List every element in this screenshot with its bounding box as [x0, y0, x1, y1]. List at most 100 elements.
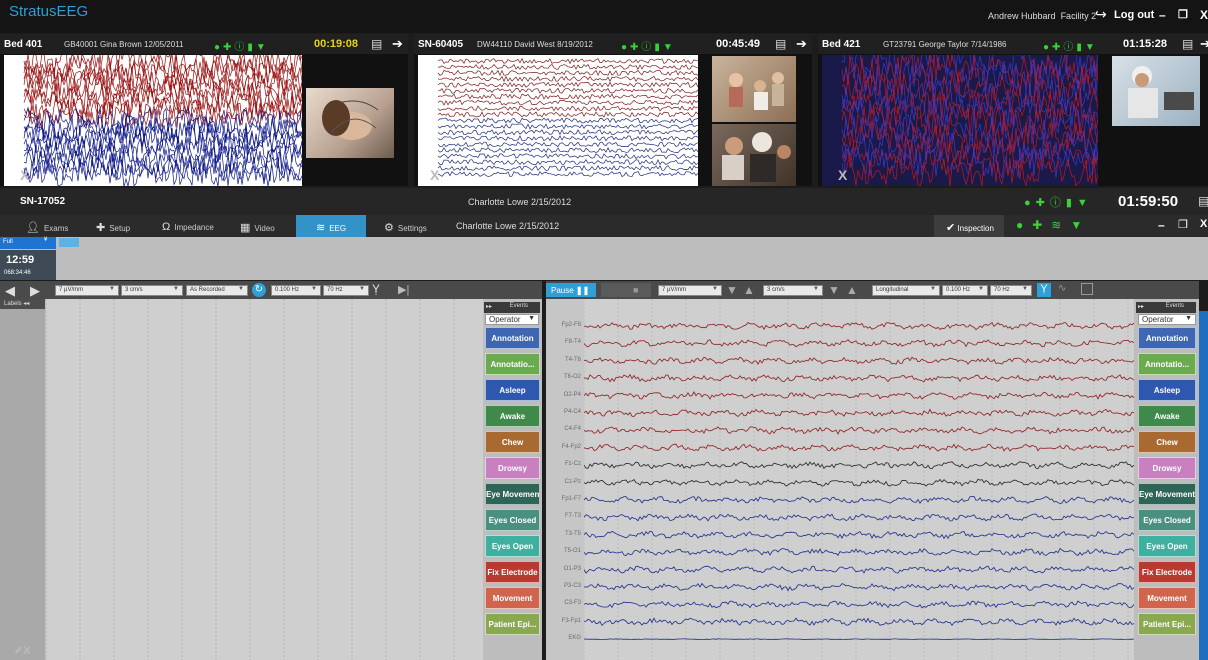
- wave-icon[interactable]: ∿: [1058, 283, 1066, 294]
- notch-filter-icon[interactable]: Ỵ: [372, 282, 380, 296]
- event-button[interactable]: Eyes Closed: [1138, 509, 1196, 531]
- eeg-trace: [584, 391, 1134, 400]
- prev-page-icon[interactable]: ◀: [5, 283, 15, 299]
- event-button[interactable]: Eyes Open: [485, 535, 540, 557]
- expand-icon[interactable]: ▸▸: [1138, 303, 1144, 310]
- tab-impedance[interactable]: Ω Impedance: [148, 215, 232, 237]
- event-button[interactable]: Patient Epi...: [485, 613, 540, 635]
- event-button[interactable]: Annotatio...: [1138, 353, 1196, 375]
- increase-sensitivity-icon[interactable]: ▲: [743, 283, 755, 297]
- close-icon[interactable]: ✔X: [14, 644, 31, 657]
- patient-tile-bed-421[interactable]: Bed 421 GT23791 George Taylor 7/14/1986 …: [818, 34, 1208, 186]
- operator-select[interactable]: Operator ▼: [485, 314, 539, 325]
- lowcut-select[interactable]: 0.100 Hz ▼: [942, 285, 988, 296]
- patient-video[interactable]: [306, 88, 394, 158]
- restore-icon[interactable]: ❐: [1178, 218, 1188, 231]
- event-button[interactable]: Drowsy: [1138, 457, 1196, 479]
- event-button[interactable]: Chew: [485, 431, 540, 453]
- logout-button[interactable]: Log out: [1114, 9, 1154, 21]
- speed-select[interactable]: 3 cm/s ▼: [121, 285, 183, 296]
- close-icon[interactable]: X: [1200, 218, 1207, 230]
- view-mode-indicator[interactable]: [59, 238, 79, 247]
- notes-icon[interactable]: ▤: [371, 37, 382, 51]
- next-page-icon[interactable]: ▶: [30, 283, 40, 299]
- tab-exams[interactable]: 👤︎ Exams: [0, 215, 78, 237]
- event-button[interactable]: Fix Electrode: [485, 561, 540, 583]
- event-button[interactable]: Annotation: [485, 327, 540, 349]
- patient-video[interactable]: [712, 56, 796, 122]
- increase-speed-icon[interactable]: ▲: [846, 283, 858, 297]
- event-button[interactable]: Chew: [1138, 431, 1196, 453]
- bed-label: Bed 401: [4, 39, 43, 50]
- channel-label: P3-C3: [563, 583, 581, 589]
- notes-icon[interactable]: ▤: [1182, 37, 1193, 51]
- inspection-toggle[interactable]: ✔ Inspection: [934, 215, 1004, 237]
- lowcut-select[interactable]: 0.100 Hz ▼: [271, 285, 321, 296]
- event-button[interactable]: Awake: [1138, 405, 1196, 427]
- tab-video[interactable]: ▦ Video: [232, 215, 296, 237]
- highcut-select[interactable]: 70 Hz ▼: [323, 285, 369, 296]
- restore-icon[interactable]: ❐: [1178, 8, 1188, 21]
- sensitivity-select[interactable]: 7 µV/mm ▼: [55, 285, 119, 296]
- event-button[interactable]: Annotation: [1138, 327, 1196, 349]
- left-eeg-grid[interactable]: [46, 299, 483, 660]
- refresh-icon[interactable]: ↻: [252, 283, 266, 297]
- view-mode-select[interactable]: Full ¥: [0, 237, 56, 249]
- event-button[interactable]: Movement: [485, 587, 540, 609]
- decrease-speed-icon[interactable]: ▼: [828, 283, 840, 297]
- event-button[interactable]: Drowsy: [485, 457, 540, 479]
- open-arrow-icon[interactable]: ➔: [392, 36, 403, 52]
- montage-select[interactable]: Longitudinal ▼: [872, 285, 940, 296]
- event-button[interactable]: Patient Epi...: [1138, 613, 1196, 635]
- channel-label: EKG: [568, 635, 581, 642]
- sensitivity-select[interactable]: 7 µV/mm ▼: [658, 285, 722, 296]
- tab-setup[interactable]: ✚ Setup: [78, 215, 148, 237]
- play-icon[interactable]: ▶|: [398, 283, 409, 296]
- eeg-trace: [584, 617, 1134, 627]
- pause-button[interactable]: Pause ❚❚: [546, 283, 596, 297]
- right-side-tabs[interactable]: [1199, 311, 1208, 660]
- logout-icon[interactable]: ↪: [1095, 7, 1111, 23]
- close-preview-icon[interactable]: X: [430, 167, 439, 183]
- notch-filter-icon[interactable]: Ỵ: [1037, 283, 1051, 297]
- patient-tile-sn-60405[interactable]: SN-60405 DW44110 David West 8/19/2012 ●✚…: [414, 34, 812, 186]
- chevron-down-icon: ▼: [359, 286, 365, 292]
- close-preview-icon[interactable]: X: [838, 167, 847, 183]
- notes-icon[interactable]: ▤: [1198, 194, 1208, 208]
- close-preview-icon[interactable]: X: [20, 167, 29, 183]
- event-button[interactable]: Eye Movement: [485, 483, 540, 505]
- notes-icon[interactable]: ▤: [775, 37, 786, 51]
- operator-select[interactable]: Operator ▼: [1138, 314, 1196, 325]
- patient-video[interactable]: [1112, 56, 1200, 126]
- open-arrow-icon[interactable]: ➔: [796, 36, 807, 52]
- minimize-icon[interactable]: –: [1158, 218, 1165, 232]
- labels-toggle[interactable]: Labels ◂◂: [0, 299, 45, 309]
- event-button[interactable]: Asleep: [1138, 379, 1196, 401]
- event-button[interactable]: Eye Movement: [1138, 483, 1196, 505]
- eeg-trace: [584, 339, 1134, 348]
- minimize-icon[interactable]: –: [1159, 8, 1166, 22]
- patient-video[interactable]: [712, 124, 796, 186]
- event-button[interactable]: Movement: [1138, 587, 1196, 609]
- patient-tile-bed-401[interactable]: Bed 401 GB40001 Gina Brown 12/05/2011 ●✚…: [0, 34, 408, 186]
- event-button[interactable]: Fix Electrode: [1138, 561, 1196, 583]
- event-button[interactable]: Annotatio...: [485, 353, 540, 375]
- event-button[interactable]: Eyes Closed: [485, 509, 540, 531]
- tab-settings[interactable]: ⚙ Settings: [366, 215, 440, 237]
- decrease-sensitivity-icon[interactable]: ▼: [726, 283, 738, 297]
- speed-select[interactable]: 3 cm/s ▼: [763, 285, 823, 296]
- edit-icon[interactable]: [1081, 283, 1093, 295]
- tile-eeg-waveform: [437, 57, 698, 177]
- tab-eeg[interactable]: ≋ EEG: [296, 215, 366, 237]
- event-button[interactable]: Eyes Open: [1138, 535, 1196, 557]
- stop-button[interactable]: ■: [601, 283, 651, 297]
- close-icon[interactable]: X: [1200, 8, 1208, 22]
- tab-label: Settings: [397, 224, 427, 233]
- event-button[interactable]: Asleep: [485, 379, 540, 401]
- highcut-select[interactable]: 70 Hz ▼: [990, 285, 1032, 296]
- event-button[interactable]: Awake: [485, 405, 540, 427]
- montage-select[interactable]: As Recorded ▼: [186, 285, 248, 296]
- right-eeg-grid[interactable]: [584, 299, 1134, 660]
- expand-icon[interactable]: ▸▸: [486, 303, 492, 310]
- open-arrow-icon[interactable]: ➔: [1200, 36, 1208, 52]
